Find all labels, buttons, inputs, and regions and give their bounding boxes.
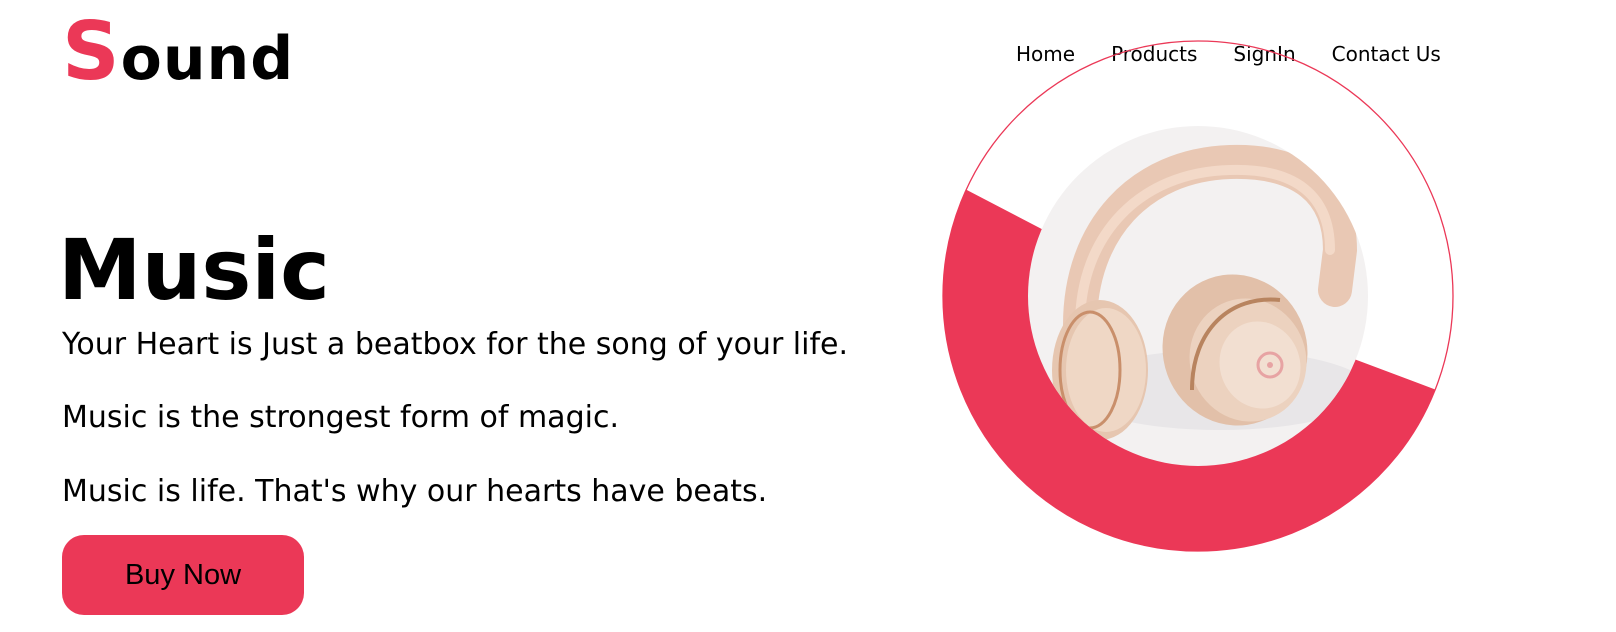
hero-title: Music [58, 221, 330, 319]
tagline-2: Music is the strongest form of magic. [62, 400, 619, 435]
tagline-1: Your Heart is Just a beatbox for the son… [62, 327, 849, 362]
logo-rest: ound [120, 24, 295, 94]
brand-logo[interactable]: S ound [62, 12, 294, 92]
logo-first-letter: S [62, 5, 121, 98]
headphones-icon [1028, 126, 1368, 466]
tagline-3: Music is life. That's why our hearts hav… [62, 474, 768, 509]
buy-now-button[interactable]: Buy Now [62, 535, 304, 615]
landing-page: S ound Home Products SignIn Contact Us M… [0, 0, 1616, 632]
hero-artwork [942, 40, 1454, 552]
